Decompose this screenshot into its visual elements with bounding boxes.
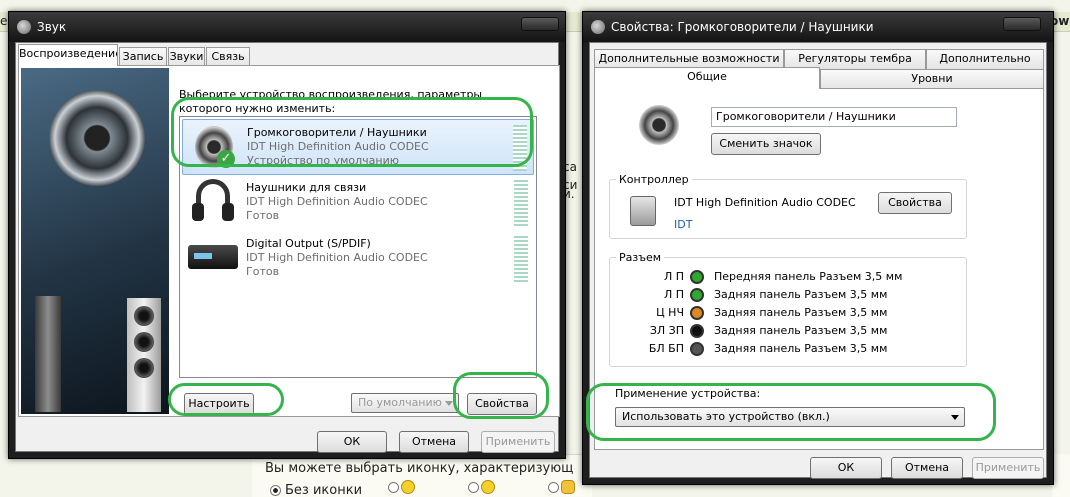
tab-levels[interactable]: Уровни: [820, 69, 1044, 89]
ok-button[interactable]: ОК: [317, 431, 387, 453]
volume-level-meter: [514, 236, 528, 282]
tab-enhancements[interactable]: Дополнительные возможности: [594, 49, 784, 69]
properties-window-icon: [591, 20, 605, 34]
background-prompt: Вы можете выбрать иконку, характеризующ: [265, 461, 574, 476]
jack-color-icon: [690, 270, 704, 284]
jacks-group: Разъем Л П Передняя панель Разъем 3,5 мм Л…: [609, 251, 968, 367]
tab-advanced[interactable]: Дополнительно: [926, 49, 1044, 69]
sound-window: Звук Воспроизведение Запись Звуки Связь …: [8, 11, 566, 459]
apply-button[interactable]: Применить: [972, 457, 1044, 479]
smile-icon-choice[interactable]: [388, 480, 415, 494]
speaker-artwork: [21, 68, 169, 414]
tab-recording[interactable]: Запись: [119, 47, 167, 67]
usage-dropdown[interactable]: Использовать это устройство (вкл.): [615, 407, 965, 427]
ok-button[interactable]: ОК: [810, 457, 882, 479]
list-item[interactable]: ✓ Громкоговорители / Наушники IDT High D…: [182, 119, 534, 175]
properties-window: Свойства: Громкоговорители / Наушники До…: [582, 11, 1054, 485]
jack-channel: Л П: [663, 270, 684, 283]
volume-level-meter: [513, 125, 527, 171]
jack-channel: Ц НЧ: [656, 306, 684, 319]
sad-icon-choice[interactable]: [468, 480, 495, 494]
sound-window-title: Звук: [37, 20, 67, 34]
jack-row: Ц НЧ Задняя панель Разъем 3,5 мм: [610, 304, 950, 322]
jack-location: Задняя панель Разъем 3,5 мм: [714, 342, 888, 355]
tab-playback[interactable]: Воспроизведение: [18, 44, 118, 66]
background-radio-no-icon[interactable]: Без иконки: [270, 483, 362, 497]
playback-panel: Выберите устройство воспроизведения, пар…: [18, 65, 560, 417]
jack-row: БЛ БП Задняя панель Разъем 3,5 мм: [610, 340, 950, 358]
chevron-down-icon: [445, 401, 453, 406]
tower-speaker-right: [127, 298, 161, 412]
sound-window-body: Воспроизведение Запись Звуки Связь Выбер…: [15, 42, 560, 453]
jack-channel: Л П: [663, 288, 684, 301]
volume-level-meter: [514, 180, 528, 226]
tower-speaker-left: [35, 296, 61, 412]
set-default-dropdown[interactable]: По умолчанию: [351, 393, 459, 413]
tab-sounds[interactable]: Звуки: [168, 47, 205, 67]
device-name-field[interactable]: Громкоговорители / Наушники: [711, 107, 957, 127]
configure-button[interactable]: Настроить: [184, 393, 254, 415]
general-panel: Громкоговорители / Наушники Сменить знач…: [594, 88, 1044, 450]
jack-color-icon: [690, 306, 704, 320]
jack-row: Л П Задняя панель Разъем 3,5 мм: [610, 286, 950, 304]
jack-row: ЗЛ ЗП Задняя панель Разъем 3,5 мм: [610, 322, 950, 340]
instruction-text: Выберите устройство воспроизведения, пар…: [179, 88, 483, 115]
change-icon-button[interactable]: Сменить значок: [711, 133, 821, 155]
list-item[interactable]: Наушники для связи IDT High Definition A…: [182, 175, 534, 231]
apply-button[interactable]: Применить: [481, 431, 555, 453]
jack-color-icon: [690, 288, 704, 302]
jack-location: Передняя панель Разъем 3,5 мм: [714, 270, 903, 283]
controller-group: Контроллер IDT High Definition Audio COD…: [609, 173, 967, 239]
speaker-icon: [639, 105, 679, 145]
cancel-button[interactable]: Отмена: [891, 457, 963, 479]
jack-location: Задняя панель Разъем 3,5 мм: [714, 306, 888, 319]
tab-communications[interactable]: Связь: [206, 47, 250, 67]
sound-window-titlebar[interactable]: Звук: [9, 12, 565, 42]
check-icon: ✓: [217, 150, 235, 168]
tab-general[interactable]: Общие: [594, 67, 820, 89]
properties-window-body: Дополнительные возможности Регуляторы те…: [589, 42, 1047, 479]
close-button[interactable]: [1003, 17, 1041, 31]
sound-window-icon: [17, 20, 31, 34]
controller-link[interactable]: IDT: [674, 218, 692, 231]
usage-label: Применение устройства:: [615, 387, 761, 400]
chevron-down-icon: [951, 415, 959, 420]
radio-icon: [270, 485, 281, 496]
list-item[interactable]: Digital Output (S/PDIF) IDT High Definit…: [182, 231, 534, 287]
controller-icon: [630, 196, 656, 226]
device-list[interactable]: ✓ Громкоговорители / Наушники IDT High D…: [179, 116, 537, 378]
jack-color-icon: [690, 342, 704, 356]
jack-color-icon: [690, 324, 704, 338]
jack-list: Л П Передняя панель Разъем 3,5 мм Л П Задня…: [610, 268, 968, 364]
flower-icon-choice[interactable]: [548, 480, 575, 494]
digital-output-icon: [188, 245, 238, 269]
cancel-button[interactable]: Отмена: [399, 431, 469, 453]
properties-button[interactable]: Свойства: [467, 393, 537, 415]
properties-window-title: Свойства: Громкоговорители / Наушники: [611, 20, 874, 34]
properties-window-titlebar[interactable]: Свойства: Громкоговорители / Наушники: [583, 12, 1053, 42]
background-text-left: e: [0, 14, 8, 28]
jack-row: Л П Передняя панель Разъем 3,5 мм: [610, 268, 950, 286]
controller-properties-button[interactable]: Свойства: [878, 192, 952, 214]
jack-location: Задняя панель Разъем 3,5 мм: [714, 324, 888, 337]
jack-channel: БЛ БП: [648, 342, 684, 355]
close-button[interactable]: [521, 17, 559, 31]
jack-location: Задняя панель Разъем 3,5 мм: [714, 288, 888, 301]
tab-tone-controls[interactable]: Регуляторы тембра: [784, 49, 926, 69]
controller-name: IDT High Definition Audio CODEC: [674, 196, 856, 209]
woofer-icon: [49, 90, 145, 186]
jack-channel: ЗЛ ЗП: [649, 324, 684, 337]
